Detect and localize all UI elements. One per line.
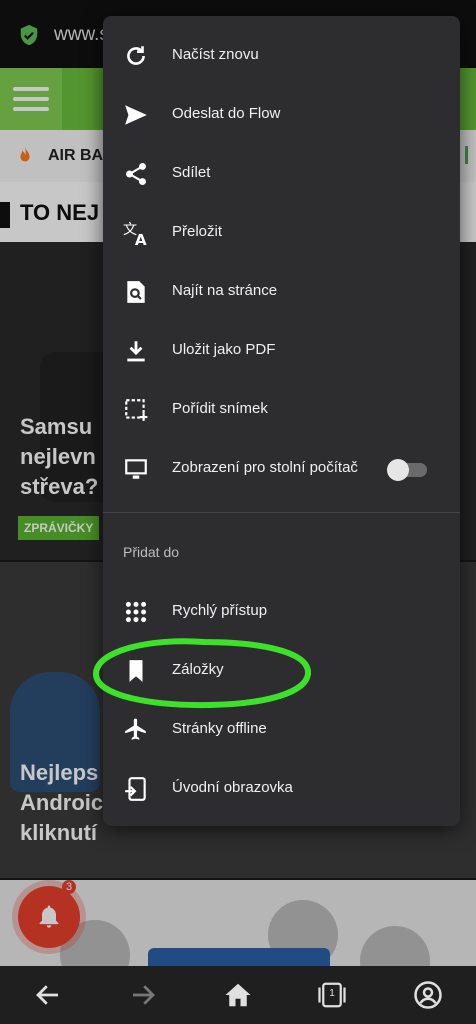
- airplane-icon: [125, 718, 146, 740]
- home-icon[interactable]: [223, 980, 253, 1010]
- browser-menu: Načíst znovu Odeslat do Flow Sdílet 文 A …: [103, 16, 460, 826]
- desktop-icon: [125, 459, 147, 479]
- screenshot-icon: [125, 399, 148, 421]
- speed-dial-icon: [125, 601, 147, 623]
- menu-item-save-pdf[interactable]: Uložit jako PDF: [103, 321, 460, 380]
- desktop-mode-toggle[interactable]: [385, 459, 429, 481]
- menu-item-offline-pages[interactable]: Stránky offline: [103, 700, 460, 759]
- menu-item-label: Zobrazení pro stolní počítač: [172, 459, 358, 476]
- menu-item-screenshot[interactable]: Pořídit snímek: [103, 380, 460, 439]
- send-icon: [125, 105, 147, 125]
- tab-count: 1: [329, 988, 335, 999]
- account-icon[interactable]: [413, 980, 443, 1010]
- find-in-page-icon: [127, 281, 145, 303]
- menu-item-label: Přeložit: [172, 223, 223, 240]
- menu-item-home-screen[interactable]: Úvodní obrazovka: [103, 759, 460, 818]
- reload-icon: [127, 46, 145, 65]
- menu-item-label: Uložit jako PDF: [172, 341, 276, 358]
- add-to-home-icon: [125, 777, 146, 801]
- menu-item-bookmarks[interactable]: Záložky: [103, 641, 460, 700]
- menu-item-label: Najít na stránce: [172, 282, 278, 299]
- menu-item-speed-dial[interactable]: Rychlý přístup: [103, 582, 460, 641]
- menu-item-label: Sdílet: [172, 164, 211, 181]
- menu-item-reload[interactable]: Načíst znovu: [103, 26, 460, 85]
- menu-item-share[interactable]: Sdílet: [103, 144, 460, 203]
- back-icon[interactable]: [33, 980, 63, 1010]
- share-icon: [126, 162, 146, 186]
- translate-icon: 文 A: [123, 222, 147, 246]
- menu-item-find-in-page[interactable]: Najít na stránce: [103, 262, 460, 321]
- menu-item-send-to-flow[interactable]: Odeslat do Flow: [103, 85, 460, 144]
- download-icon: [127, 341, 145, 362]
- menu-item-label: Úvodní obrazovka: [172, 779, 293, 796]
- menu-divider: [103, 512, 460, 513]
- menu-item-label: Odeslat do Flow: [172, 105, 281, 122]
- forward-icon[interactable]: [128, 980, 158, 1010]
- tabs-button[interactable]: 1: [317, 980, 347, 1010]
- menu-item-label: Stránky offline: [172, 720, 267, 737]
- menu-item-desktop-mode[interactable]: Zobrazení pro stolní počítač: [103, 439, 460, 498]
- menu-section-label: Přidat do: [123, 544, 180, 560]
- menu-item-label: Záložky: [172, 661, 224, 678]
- menu-item-translate[interactable]: 文 A Přeložit: [103, 203, 460, 262]
- menu-item-label: Načíst znovu: [172, 46, 259, 63]
- svg-text:A: A: [135, 231, 147, 246]
- bottom-navigation: 1: [0, 966, 476, 1024]
- bookmark-icon: [129, 660, 143, 682]
- menu-item-label: Pořídit snímek: [172, 400, 268, 417]
- menu-item-label: Rychlý přístup: [172, 602, 268, 619]
